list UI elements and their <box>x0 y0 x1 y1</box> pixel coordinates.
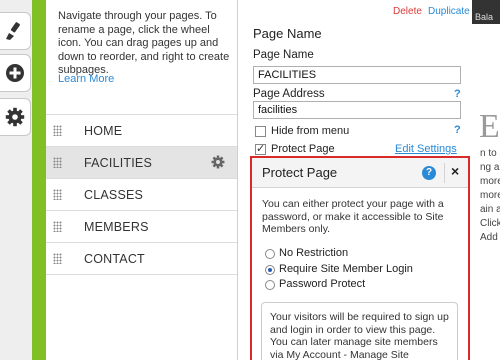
settings-tool-button[interactable] <box>0 98 31 136</box>
editor-toolbar <box>0 0 32 360</box>
drag-handle-icon[interactable] <box>53 221 62 232</box>
page-name-input[interactable] <box>253 66 461 84</box>
drag-handle-icon[interactable] <box>53 125 62 136</box>
preview-text-line: ain abl <box>480 204 500 215</box>
drag-handle-icon[interactable] <box>53 253 62 264</box>
close-button[interactable]: × <box>444 163 466 183</box>
protect-page-checkbox[interactable] <box>255 142 266 155</box>
page-address-input[interactable] <box>253 101 461 119</box>
page-item-members[interactable]: MEMBERS <box>46 211 237 243</box>
require-member-login-radio[interactable] <box>265 265 275 275</box>
page-item-facilities[interactable]: FACILITIES <box>46 147 237 179</box>
password-protect-radio[interactable] <box>265 280 275 290</box>
preview-text-line: more f <box>480 176 500 187</box>
preview-text-line: n to ac <box>480 148 500 159</box>
hide-from-menu-label: Hide from menu <box>271 125 350 137</box>
page-item-classes[interactable]: CLASSES <box>46 179 237 211</box>
toolbar-accent-strip <box>32 0 46 360</box>
settings-title: Page Name <box>253 26 322 41</box>
protect-page-dialog: Protect Page ? × You can either protect … <box>250 156 470 360</box>
dialog-title: Protect Page <box>262 165 338 180</box>
no-restriction-label[interactable]: No Restriction <box>279 247 348 259</box>
gear-icon <box>5 107 25 127</box>
page-address-label: Page Address <box>253 88 325 100</box>
page-item-label: FACILITIES <box>84 156 152 170</box>
preview-text-line: Add yo <box>480 232 500 243</box>
info-text: Your visitors will be required to sign u… <box>270 311 449 360</box>
duplicate-page-link[interactable]: Duplicate <box>428 6 470 17</box>
design-tool-button[interactable] <box>0 12 31 50</box>
edit-settings-link[interactable]: Edit Settings <box>395 143 457 155</box>
preview-top-text: Bala <box>475 12 494 22</box>
add-tool-button[interactable] <box>0 54 31 92</box>
pages-instructions: Navigate through your pages. To rename a… <box>58 10 230 76</box>
page-settings-gear-icon[interactable] <box>211 155 225 169</box>
delete-page-link[interactable]: Delete <box>393 6 422 17</box>
page-list: HOME FACILITIES CLASSES MEMBERS CONTACT <box>46 114 237 275</box>
preview-text-line: more d <box>480 190 500 201</box>
brush-icon <box>6 22 20 40</box>
protect-page-label: Protect Page <box>271 143 335 155</box>
page-item-label: HOME <box>84 124 123 138</box>
dialog-help-icon[interactable]: ? <box>422 166 436 180</box>
no-restriction-radio[interactable] <box>265 249 275 259</box>
preview-heading: ES <box>479 108 500 145</box>
preview-top-bar: Bala <box>472 0 500 24</box>
page-item-label: CONTACT <box>84 252 145 266</box>
hide-from-menu-checkbox[interactable] <box>255 126 266 137</box>
page-name-label: Page Name <box>253 49 314 61</box>
site-preview: Bala ES n to ac ng a fr more f more d ai… <box>472 0 500 360</box>
page-item-label: MEMBERS <box>84 220 149 234</box>
password-protect-label[interactable]: Password Protect <box>279 278 365 290</box>
pages-panel: Navigate through your pages. To rename a… <box>46 0 238 360</box>
page-address-help-icon[interactable]: ? <box>454 88 461 100</box>
page-item-label: CLASSES <box>84 188 144 202</box>
info-box: Your visitors will be required to sign u… <box>261 302 458 360</box>
dialog-header: Protect Page ? × <box>252 158 468 188</box>
require-member-login-label[interactable]: Require Site Member Login <box>279 263 413 275</box>
plus-circle-icon <box>6 64 24 82</box>
learn-more-link[interactable]: Learn More <box>58 73 114 85</box>
page-item-home[interactable]: HOME <box>46 115 237 147</box>
drag-handle-icon[interactable] <box>53 157 62 168</box>
preview-text-line: Click " <box>480 218 500 229</box>
preview-text-line: ng a fr <box>480 162 500 173</box>
hide-from-menu-help-icon[interactable]: ? <box>454 124 461 136</box>
page-item-contact[interactable]: CONTACT <box>46 243 237 275</box>
close-icon[interactable]: × <box>451 163 459 179</box>
drag-handle-icon[interactable] <box>53 189 62 200</box>
dialog-description: You can either protect your page with a … <box>262 198 444 235</box>
